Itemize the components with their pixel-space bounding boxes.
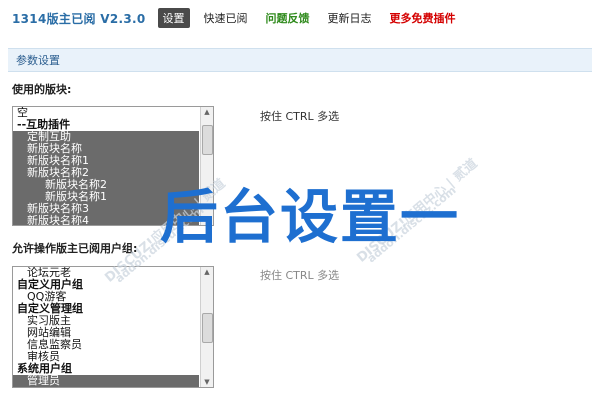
scroll-up-icon[interactable]: ▲ bbox=[201, 107, 213, 117]
groups-hint: 按住 CTRL 多选 bbox=[260, 269, 340, 282]
scroll-up-icon[interactable]: ▲ bbox=[201, 267, 213, 277]
forums-hint: 按住 CTRL 多选 bbox=[260, 110, 340, 123]
section-title: 参数设置 bbox=[16, 54, 60, 67]
nav-feedback[interactable]: 问题反馈 bbox=[262, 8, 314, 28]
top-nav: 设置 快速已阅 问题反馈 更新日志 更多免费插件 bbox=[157, 8, 460, 28]
nav-more-plugins[interactable]: 更多免费插件 bbox=[386, 8, 460, 28]
forums-label: 使用的版块: bbox=[12, 83, 72, 96]
list-item[interactable]: 管理员 bbox=[13, 375, 199, 387]
scroll-down-icon[interactable]: ▼ bbox=[201, 377, 213, 387]
top-bar: 1314版主已阅 V2.3.0 设置 快速已阅 问题反馈 更新日志 更多免费插件 bbox=[0, 0, 600, 36]
overlay-title: 后台设置一 bbox=[160, 183, 461, 251]
app-title: 1314版主已阅 V2.3.0 bbox=[12, 11, 146, 26]
nav-changelog[interactable]: 更新日志 bbox=[324, 8, 376, 28]
section-header: 参数设置 bbox=[8, 48, 592, 72]
nav-quick-read[interactable]: 快速已阅 bbox=[200, 8, 252, 28]
groups-scrollbar[interactable]: ▲ ▼ bbox=[200, 267, 213, 387]
scroll-thumb[interactable] bbox=[202, 313, 213, 343]
nav-settings[interactable]: 设置 bbox=[157, 8, 190, 28]
scroll-thumb[interactable] bbox=[202, 125, 213, 155]
